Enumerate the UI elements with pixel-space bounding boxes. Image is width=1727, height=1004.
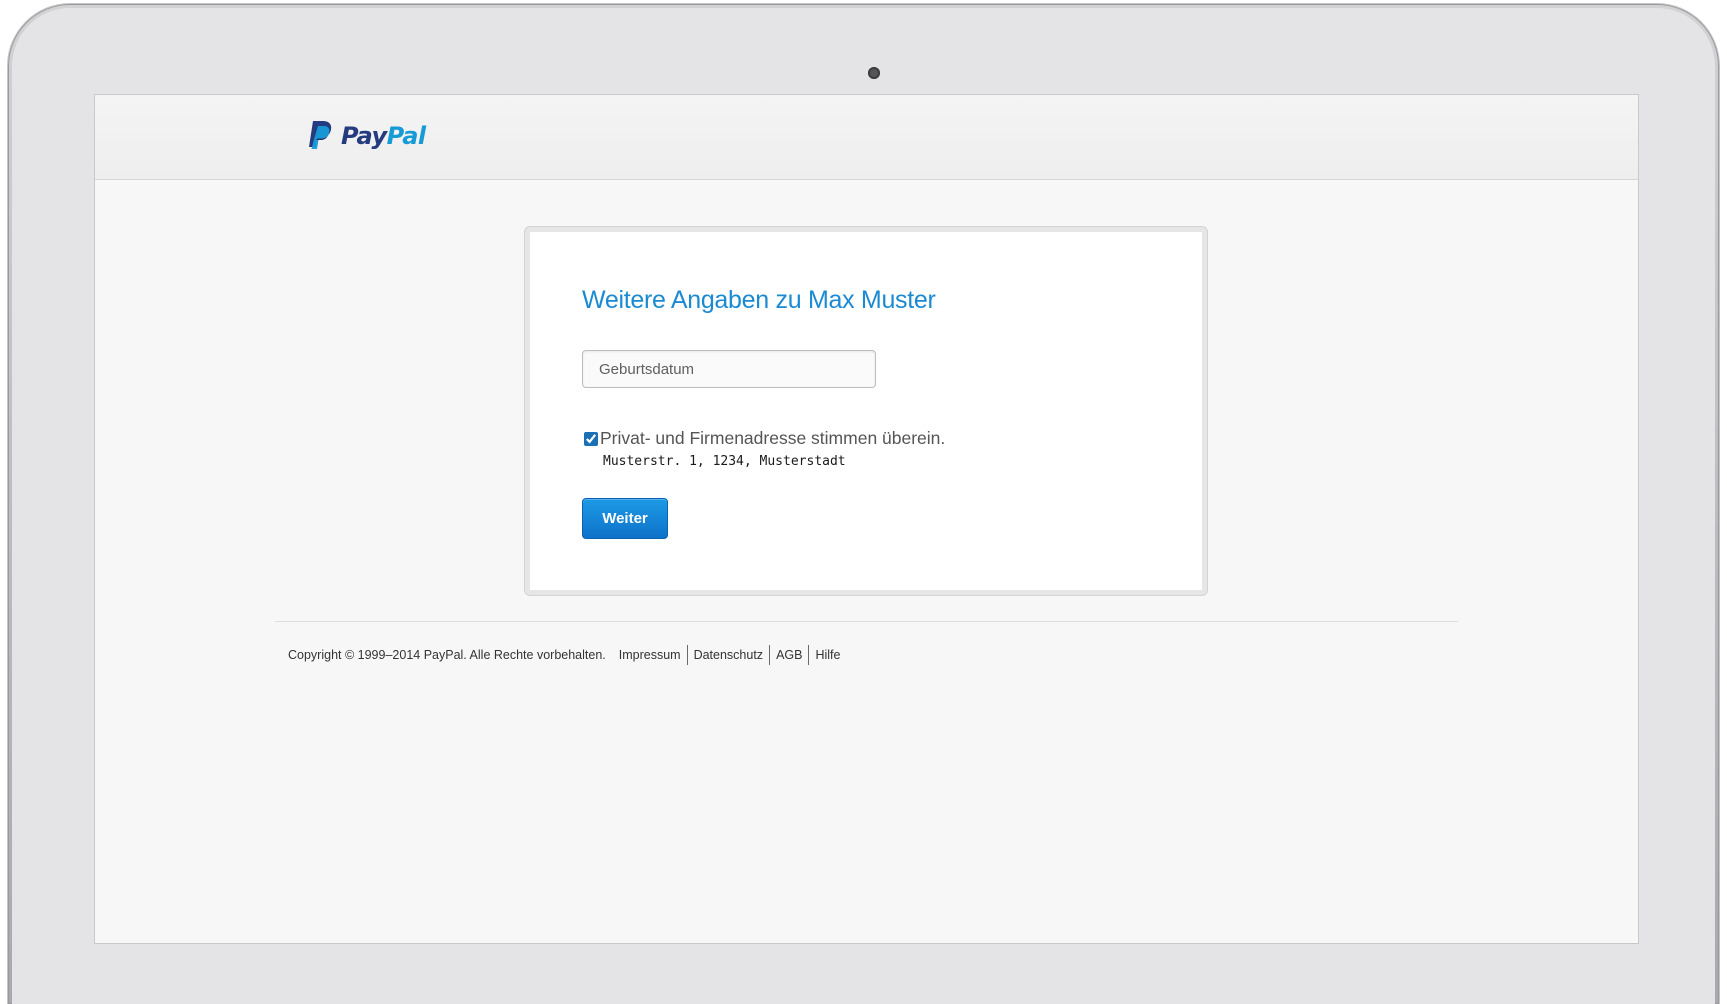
address-text: Musterstr. 1, 1234, Musterstadt	[603, 454, 846, 469]
footer-divider	[275, 621, 1458, 622]
footer-link-hilfe[interactable]: Hilfe	[809, 648, 846, 662]
copyright-text: Copyright © 1999–2014 PayPal. Alle Recht…	[288, 648, 606, 662]
webcam	[868, 67, 880, 79]
details-form-card: Weitere Angaben zu Max Muster Privat- un…	[525, 227, 1207, 595]
wordmark-pay: Pay	[341, 122, 387, 150]
footer-link-agb[interactable]: AGB	[770, 648, 808, 662]
same-address-label[interactable]: Privat- und Firmenadresse stimmen überei…	[600, 428, 945, 449]
site-header: PayPal	[95, 95, 1638, 180]
birthdate-input[interactable]	[582, 350, 876, 388]
paypal-p-icon	[309, 121, 332, 149]
wordmark-pal: Pal	[386, 122, 426, 150]
page-title: Weitere Angaben zu Max Muster	[582, 286, 936, 314]
paypal-logo[interactable]: PayPal	[307, 119, 426, 153]
continue-button[interactable]: Weiter	[582, 498, 668, 539]
paypal-wordmark: PayPal	[341, 122, 426, 150]
footer-link-datenschutz[interactable]: Datenschutz	[688, 648, 769, 662]
footer: Copyright © 1999–2014 PayPal. Alle Recht…	[288, 645, 846, 665]
browser-viewport: PayPal Weitere Angaben zu Max Muster Pri…	[94, 94, 1639, 944]
footer-link-impressum[interactable]: Impressum	[619, 648, 687, 662]
same-address-row: Privat- und Firmenadresse stimmen überei…	[584, 428, 945, 449]
same-address-checkbox[interactable]	[584, 431, 598, 446]
